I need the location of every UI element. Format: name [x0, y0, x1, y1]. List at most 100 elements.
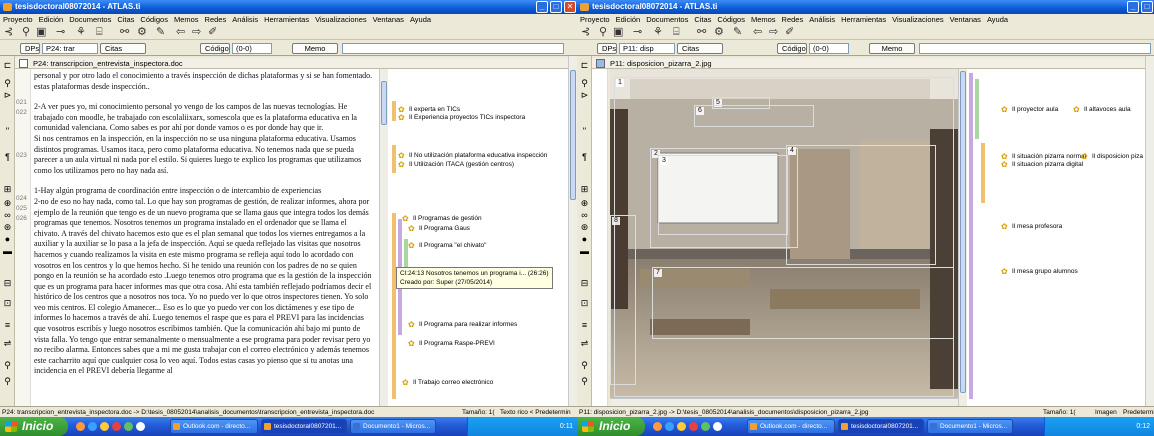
arrow-icon[interactable]: ⊛: [579, 222, 590, 232]
record-icon[interactable]: ▬: [579, 246, 590, 256]
comment-tool-icon[interactable]: ⊳: [2, 90, 13, 100]
split-icon[interactable]: ⇌: [2, 338, 13, 348]
list-icon[interactable]: ≡: [579, 320, 590, 330]
maximize-button[interactable]: □: [550, 1, 562, 13]
folder-icon[interactable]: [677, 422, 686, 431]
menu-citas[interactable]: Citas: [694, 15, 711, 24]
assign-icon[interactable]: ⊸: [56, 27, 65, 38]
code-label[interactable]: Il mesa grupo alumnos: [1001, 267, 1078, 276]
task-word[interactable]: Documento1 - Micros...: [350, 419, 436, 434]
zoom-out-icon[interactable]: ⚲: [579, 376, 590, 386]
split-icon[interactable]: ⇌: [579, 338, 590, 348]
menu-herramientas[interactable]: Herramientas: [264, 15, 309, 24]
codigos-filter[interactable]: (0-0): [809, 43, 849, 54]
app-icon[interactable]: [713, 422, 722, 431]
quote-box-4[interactable]: 4: [786, 145, 936, 265]
chrome-icon[interactable]: [124, 422, 133, 431]
citas-button[interactable]: Citas: [677, 43, 723, 54]
media-icon[interactable]: [112, 422, 121, 431]
image-horizontal-scrollbar[interactable]: [610, 398, 958, 406]
network-icon[interactable]: ⚘: [76, 27, 86, 38]
menu-memos[interactable]: Memos: [174, 15, 199, 24]
zoom-in-icon[interactable]: ⚲: [579, 360, 590, 370]
codigos-button[interactable]: Códigos: [777, 43, 807, 54]
dps-button[interactable]: DPs: [597, 43, 617, 54]
document-select[interactable]: P24: trar: [42, 43, 98, 54]
menu-citas[interactable]: Citas: [117, 15, 134, 24]
document-text[interactable]: personal y por otro lado el conocimiento…: [31, 69, 379, 406]
menu-visualizaciones[interactable]: Visualizaciones: [315, 15, 367, 24]
quote-tool-icon[interactable]: ⊏: [2, 60, 13, 70]
menu-analisis[interactable]: Análisis: [232, 15, 258, 24]
memo-input[interactable]: [342, 43, 564, 54]
menu-edicion[interactable]: Edición: [616, 15, 641, 24]
zoom-out-icon[interactable]: ⚲: [2, 376, 13, 386]
page-icon[interactable]: ⊡: [579, 298, 590, 308]
back-icon[interactable]: ⇦: [753, 27, 762, 38]
minimize-button[interactable]: _: [1127, 1, 1139, 13]
document-select[interactable]: P11: disp: [619, 43, 675, 54]
code-label[interactable]: Il proyector aula: [1001, 105, 1058, 114]
code-label[interactable]: Il situacion pizarra digital: [1001, 160, 1083, 169]
arrow-icon[interactable]: ⊛: [2, 222, 13, 232]
grid-icon[interactable]: ⊞: [579, 184, 590, 194]
start-button[interactable]: Inicio: [577, 417, 645, 436]
quote-box-7[interactable]: 7: [652, 267, 954, 339]
open-icon[interactable]: ⚲: [22, 27, 30, 38]
circle-icon[interactable]: ●: [579, 234, 590, 244]
code-label[interactable]: Il Programa Gaus: [408, 224, 470, 233]
code-bracket[interactable]: [981, 143, 985, 203]
code-label[interactable]: Il Trabajo correo electrónico: [402, 378, 493, 387]
code-bracket[interactable]: [392, 101, 396, 121]
print-icon[interactable]: ⌸: [673, 27, 680, 38]
brush-icon[interactable]: ✐: [208, 27, 217, 38]
scrollbar-thumb[interactable]: [960, 71, 966, 393]
code-label[interactable]: Il altavoces aula: [1073, 105, 1131, 114]
grid-icon[interactable]: ⊞: [2, 184, 13, 194]
code-label[interactable]: Il Programa Raspe-PREVI: [408, 339, 495, 348]
quote-tool-icon[interactable]: ⊏: [579, 60, 590, 70]
code-label[interactable]: Il mesa profesora: [1001, 222, 1062, 231]
menu-proyecto[interactable]: Proyecto: [3, 15, 33, 24]
code-link-icon[interactable]: ∞: [2, 210, 13, 220]
code-bracket[interactable]: [392, 213, 396, 399]
task-outlook[interactable]: Outlook.com - directo...: [170, 419, 258, 434]
menu-visualizaciones[interactable]: Visualizaciones: [892, 15, 944, 24]
image-viewer[interactable]: 1 2 3 4 5 6 7 8: [610, 69, 958, 400]
chrome-icon[interactable]: [701, 422, 710, 431]
code-label[interactable]: Il Programa para realizar informes: [408, 320, 517, 329]
list-icon[interactable]: ≡: [2, 320, 13, 330]
menu-herramientas[interactable]: Herramientas: [841, 15, 886, 24]
image-vertical-scrollbar[interactable]: [958, 69, 967, 406]
code-icon[interactable]: ⚯: [120, 27, 129, 38]
codigos-button[interactable]: Códigos: [200, 43, 230, 54]
code-label[interactable]: Il disposicion piza: [1081, 152, 1143, 161]
open-icon[interactable]: ⚲: [599, 27, 607, 38]
scrollbar-thumb[interactable]: [570, 70, 576, 200]
menu-edicion[interactable]: Edición: [39, 15, 64, 24]
save-icon[interactable]: ▣: [613, 27, 623, 38]
memo-input[interactable]: [919, 43, 1151, 54]
menu-redes[interactable]: Redes: [782, 15, 804, 24]
pen-icon[interactable]: ✎: [156, 27, 165, 38]
menu-proyecto[interactable]: Proyecto: [580, 15, 610, 24]
tools-icon[interactable]: ⚙: [714, 27, 724, 38]
text-scrollbar[interactable]: [379, 69, 388, 406]
pen-icon[interactable]: ✎: [733, 27, 742, 38]
menu-documentos[interactable]: Documentos: [646, 15, 688, 24]
code-icon[interactable]: ⚯: [697, 27, 706, 38]
menu-ventanas[interactable]: Ventanas: [373, 15, 404, 24]
quote-box-3[interactable]: 3: [658, 155, 788, 235]
memo-tool-icon[interactable]: ⊟: [579, 278, 590, 288]
menu-memos[interactable]: Memos: [751, 15, 776, 24]
menu-analisis[interactable]: Análisis: [809, 15, 835, 24]
media-icon[interactable]: [689, 422, 698, 431]
memo-tool-icon[interactable]: ⊟: [2, 278, 13, 288]
code-label[interactable]: Il No utilización plataforma educativa i…: [398, 151, 547, 160]
page-icon[interactable]: ⊡: [2, 298, 13, 308]
save-icon[interactable]: ▣: [36, 27, 46, 38]
back-icon[interactable]: ⇦: [176, 27, 185, 38]
zoom-tool-icon[interactable]: ⚲: [579, 78, 590, 88]
record-icon[interactable]: ▬: [2, 246, 13, 256]
ie-icon[interactable]: [665, 422, 674, 431]
